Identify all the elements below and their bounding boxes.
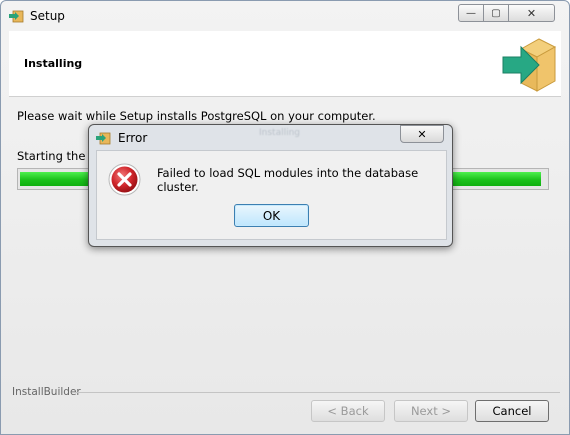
dialog-body: Failed to load SQL modules into the data… xyxy=(96,150,447,240)
maximize-button[interactable]: ▢ xyxy=(483,4,509,22)
install-message: Please wait while Setup installs Postgre… xyxy=(17,109,376,123)
minimize-button[interactable]: — xyxy=(458,4,484,22)
dialog-ghost-title: Installing xyxy=(259,128,301,138)
package-arrow-icon xyxy=(502,38,557,92)
next-button[interactable]: Next > xyxy=(394,400,468,422)
dialog-title: Error xyxy=(118,131,148,145)
setup-box-icon xyxy=(96,132,111,145)
brand-label: InstallBuilder xyxy=(12,386,81,398)
title-bar[interactable]: Setup — ▢ ✕ xyxy=(1,1,569,31)
cancel-button[interactable]: Cancel xyxy=(475,400,549,422)
error-icon xyxy=(108,163,141,196)
error-dialog: Error Installing ✕ Failed to load SQL mo… xyxy=(88,124,453,247)
error-message: Failed to load SQL modules into the data… xyxy=(157,166,419,194)
dialog-close-button[interactable]: ✕ xyxy=(400,125,444,143)
footer-divider xyxy=(76,392,560,393)
window-title: Setup xyxy=(30,9,65,23)
back-button[interactable]: < Back xyxy=(311,400,385,422)
page-title: Installing xyxy=(24,57,83,70)
ok-button[interactable]: OK xyxy=(234,204,309,227)
wizard-header: Installing xyxy=(9,31,561,97)
setup-box-icon xyxy=(9,10,24,23)
close-button[interactable]: ✕ xyxy=(508,4,555,22)
